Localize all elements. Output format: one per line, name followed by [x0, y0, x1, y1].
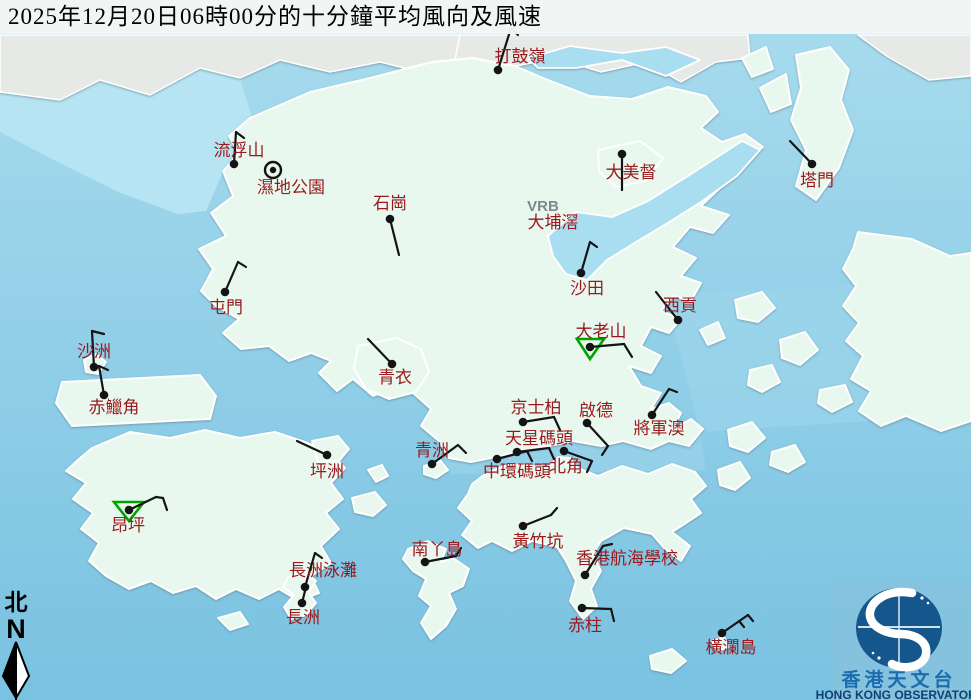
- station-label: 大美督: [606, 163, 657, 182]
- wind-map-app: 打鼓嶺流浮山濕地公園石崗大美督塔門VRB大埔滘沙田西貢屯門大老山沙洲赤鱲角青衣京…: [0, 0, 971, 700]
- station-dot: [388, 360, 397, 369]
- station-label: 長洲泳灘: [289, 561, 357, 580]
- station-label: 石崗: [373, 194, 407, 213]
- station-dot: [270, 167, 276, 173]
- station-dot: [386, 215, 395, 224]
- station-label: 香港航海學校: [576, 549, 678, 568]
- logo-dither-dot: [927, 602, 930, 605]
- station-dot: [90, 363, 99, 372]
- station-label: 黃竹坑: [513, 532, 564, 551]
- station-label: 西貢: [663, 296, 697, 315]
- station-dot: [581, 571, 590, 580]
- station-label: 塔門: [800, 171, 834, 190]
- station-label: 大埔滘: [528, 213, 579, 232]
- station-dot: [808, 160, 817, 169]
- station-label: 啟德: [579, 401, 613, 420]
- station-dot: [674, 316, 683, 325]
- station-label: 京士柏: [511, 398, 562, 417]
- map-title: 2025年12月20日06時00分的十分鐘平均風向及風速: [0, 0, 971, 34]
- station-dot: [578, 604, 587, 613]
- station-label: 濕地公園: [257, 178, 325, 197]
- hko-logo: 香港天文台 HONG KONG OBSERVATORY: [816, 581, 971, 700]
- station-label: 赤柱: [568, 616, 602, 635]
- station-dot: [618, 150, 627, 159]
- station-dot: [648, 411, 657, 420]
- station-label: 打鼓嶺: [495, 47, 546, 66]
- north-n-label: N: [6, 614, 26, 644]
- logo-dither-dot: [877, 656, 880, 659]
- north-cjk-label: 北: [5, 590, 28, 615]
- station-dot: [577, 269, 586, 278]
- station-dot: [323, 451, 332, 460]
- station-label: 赤鱲角: [89, 398, 140, 417]
- station-label: 橫瀾島: [706, 638, 757, 657]
- station-dot: [428, 460, 437, 469]
- wind-barb: [582, 608, 611, 609]
- station-label: 南丫島: [412, 540, 463, 559]
- station-dot: [519, 418, 528, 427]
- station-label: 將軍澳: [634, 419, 685, 438]
- station-label: 青洲: [415, 441, 449, 460]
- station-label: 屯門: [209, 298, 243, 317]
- station-label: 天星碼頭: [505, 429, 573, 448]
- logo-dither-dot: [872, 652, 875, 655]
- station-dot: [494, 66, 503, 75]
- station-dot: [718, 629, 727, 638]
- hong-kong-wind-map: 打鼓嶺流浮山濕地公園石崗大美督塔門VRB大埔滘沙田西貢屯門大老山沙洲赤鱲角青衣京…: [0, 0, 971, 700]
- station-label: 流浮山: [214, 141, 265, 160]
- station-label: 大老山: [576, 322, 627, 341]
- station-dot: [560, 447, 569, 456]
- station-label: 青衣: [378, 368, 412, 387]
- station-label: 沙洲: [77, 342, 111, 361]
- station-label: 長洲: [286, 608, 320, 627]
- station-label: 坪洲: [310, 462, 344, 481]
- station-dot: [125, 506, 134, 515]
- logo-dither-dot: [920, 596, 923, 599]
- station-dot: [519, 522, 528, 531]
- station-label: 中環碼頭: [483, 462, 551, 481]
- logo-en-text: HONG KONG OBSERVATORY: [816, 688, 971, 700]
- station-dot: [221, 288, 230, 297]
- station-label: 沙田: [570, 279, 604, 298]
- station-dot: [298, 599, 307, 608]
- station-dot: [586, 343, 595, 352]
- station-label: 北角: [549, 457, 583, 476]
- station-label: 昂坪: [111, 516, 145, 535]
- station-dot: [230, 160, 239, 169]
